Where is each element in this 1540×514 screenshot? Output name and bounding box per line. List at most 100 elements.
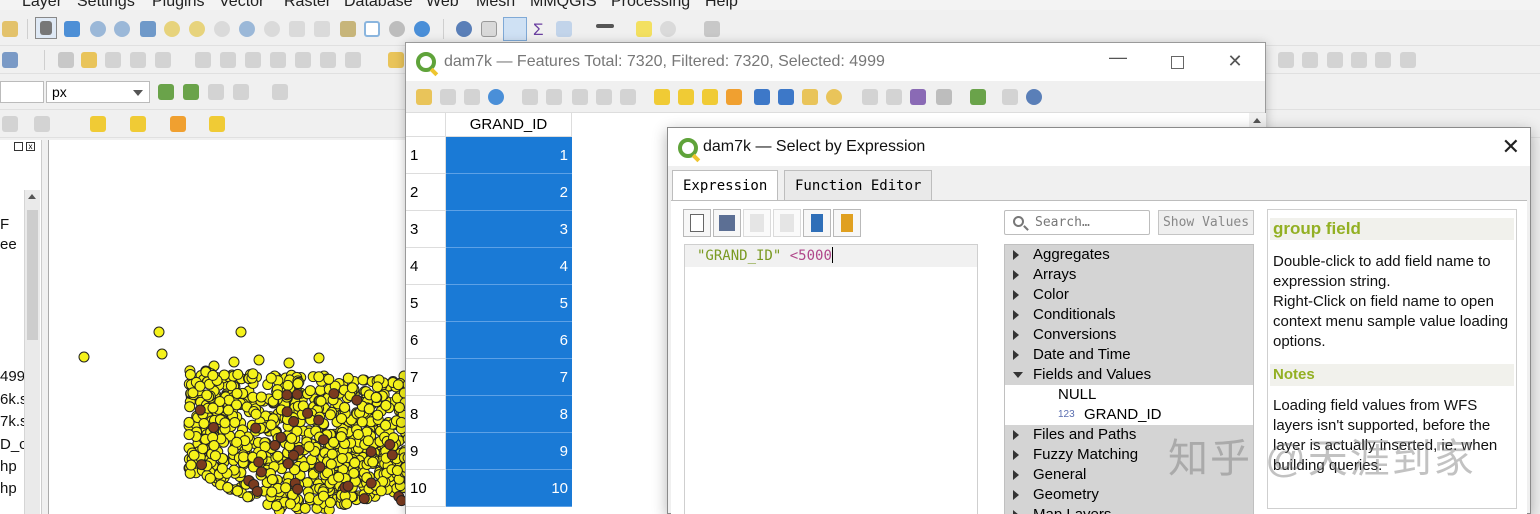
zoom-in-icon[interactable]	[90, 21, 106, 37]
new-field-icon[interactable]	[862, 89, 878, 105]
move-selection-top-icon[interactable]	[778, 89, 794, 105]
row-number[interactable]: 9	[406, 433, 446, 470]
measure-icon[interactable]	[596, 24, 614, 28]
snapping-icon[interactable]	[158, 84, 174, 100]
layer-label-partial[interactable]: F	[0, 216, 9, 233]
select-location-icon[interactable]	[209, 116, 225, 132]
menu-mmqgis[interactable]: MMQGIS	[530, 0, 597, 11]
layer-label-partial[interactable]: hp	[0, 480, 17, 497]
layer-label-partial[interactable]: 499	[0, 368, 25, 385]
attribute-table-titlebar[interactable]: dam7k — Features Total: 7320, Filtered: …	[406, 43, 1265, 81]
add-feature-icon[interactable]	[130, 52, 146, 68]
temporal-icon[interactable]	[340, 21, 356, 37]
table-cell-grand-id[interactable]: 5	[446, 285, 572, 322]
close-icon[interactable]: ✕	[1502, 134, 1520, 160]
row-number[interactable]: 7	[406, 359, 446, 396]
menu-settings[interactable]: Settings	[77, 0, 135, 11]
field-calculator-icon[interactable]	[556, 21, 572, 37]
expand-right-icon[interactable]	[1013, 430, 1019, 440]
row-number[interactable]: 8	[406, 396, 446, 433]
delete-feature-icon[interactable]	[546, 89, 562, 105]
new-file-button[interactable]	[683, 209, 711, 237]
tab-expression[interactable]: Expression	[672, 170, 779, 201]
undo-icon[interactable]	[320, 52, 336, 68]
close-icon[interactable]: ✕	[1220, 51, 1250, 75]
layer-label-partial[interactable]: ee	[0, 236, 17, 253]
select-all-icon[interactable]	[678, 89, 694, 105]
row-number[interactable]: 5	[406, 285, 446, 322]
tree-group-item[interactable]: Conditionals	[1005, 305, 1253, 325]
tree-group-item[interactable]: Geometry	[1005, 485, 1253, 505]
advanced-digitize-icon-4[interactable]	[1351, 52, 1367, 68]
layer-label-partial[interactable]: D_c	[0, 436, 27, 453]
label-icon[interactable]	[388, 52, 404, 68]
zoom-map-icon[interactable]	[1026, 89, 1042, 105]
expression-editor[interactable]: "GRAND_ID" <5000	[684, 244, 978, 514]
map-view-icon[interactable]	[364, 21, 380, 37]
expression-text[interactable]: "GRAND_ID" <5000	[697, 247, 833, 264]
tree-group-item[interactable]: Conversions	[1005, 325, 1253, 345]
table-cell-grand-id[interactable]: 3	[446, 211, 572, 248]
table-cell-grand-id[interactable]: 9	[446, 433, 572, 470]
pencil-icon[interactable]	[81, 52, 97, 68]
export-button[interactable]	[833, 209, 861, 237]
table-cell-grand-id[interactable]: 10	[446, 470, 572, 507]
tree-field-item[interactable]: NULL	[1005, 385, 1253, 405]
select-by-value-icon[interactable]	[130, 116, 146, 132]
menu-vector[interactable]: Vector	[219, 0, 264, 11]
attribute-table-icon[interactable]	[481, 21, 497, 37]
table-cell-grand-id[interactable]: 8	[446, 396, 572, 433]
copy-icon[interactable]	[270, 52, 286, 68]
table-cell-grand-id[interactable]: 7	[446, 359, 572, 396]
column-header-grand-id[interactable]: GRAND_ID	[446, 113, 572, 137]
expand-right-icon[interactable]	[1013, 290, 1019, 300]
row-number[interactable]: 6	[406, 322, 446, 359]
show-values-button[interactable]: Show Values	[1158, 210, 1254, 235]
expand-down-icon[interactable]	[1013, 372, 1023, 378]
zoom-layer-icon[interactable]	[189, 21, 205, 37]
delete-field-icon[interactable]	[886, 89, 902, 105]
row-number[interactable]: 4	[406, 248, 446, 285]
menu-raster[interactable]: Raster	[284, 0, 331, 11]
tree-group-item[interactable]: Map Layers	[1005, 505, 1253, 514]
redo-icon[interactable]	[345, 52, 361, 68]
map-canvas[interactable]	[48, 140, 415, 514]
corner-header[interactable]	[406, 113, 446, 137]
advanced-digitize-icon-5[interactable]	[1375, 52, 1391, 68]
advanced-digitize-icon-6[interactable]	[1400, 52, 1416, 68]
tree-group-item[interactable]: Arrays	[1005, 265, 1253, 285]
tracing-icon[interactable]	[183, 84, 199, 100]
layer-label-partial[interactable]: hp	[0, 458, 17, 475]
advanced-digitize-icon-3[interactable]	[1327, 52, 1343, 68]
menu-plugins[interactable]: Plugins	[152, 0, 204, 11]
refresh-icon[interactable]	[414, 21, 430, 37]
menu-help[interactable]: Help	[705, 0, 738, 11]
topology-icon[interactable]	[272, 84, 288, 100]
conditional-format-icon[interactable]	[936, 89, 952, 105]
row-number[interactable]: 1	[406, 137, 446, 174]
tree-group-item[interactable]: Fields and Values	[1005, 365, 1253, 385]
text-annotation-icon[interactable]	[704, 21, 720, 37]
modify-attributes-icon[interactable]	[195, 52, 211, 68]
unit-select[interactable]: px	[46, 81, 150, 103]
toggle-editing-icon[interactable]	[416, 89, 432, 105]
tree-field-item[interactable]: 123 GRAND_ID	[1005, 405, 1253, 425]
copy-icon[interactable]	[596, 89, 612, 105]
gear-icon[interactable]	[503, 17, 527, 41]
function-search-input[interactable]: Search…	[1004, 210, 1150, 235]
expand-right-icon[interactable]	[1013, 330, 1019, 340]
paste-icon[interactable]	[295, 52, 311, 68]
zoom-next-icon[interactable]	[264, 21, 280, 37]
table-cell-grand-id[interactable]: 4	[446, 248, 572, 285]
reload-icon[interactable]	[488, 89, 504, 105]
tolerance-spinbox[interactable]	[0, 81, 44, 103]
expand-right-icon[interactable]	[1013, 310, 1019, 320]
layer-edit-icon[interactable]	[2, 52, 18, 68]
pan-to-selected-icon[interactable]	[802, 89, 818, 105]
zoom-last-icon[interactable]	[239, 21, 255, 37]
delete-button[interactable]	[773, 209, 801, 237]
import-button[interactable]	[803, 209, 831, 237]
expand-right-icon[interactable]	[1013, 490, 1019, 500]
expand-right-icon[interactable]	[1013, 450, 1019, 460]
show-bookmarks-icon[interactable]	[314, 21, 330, 37]
